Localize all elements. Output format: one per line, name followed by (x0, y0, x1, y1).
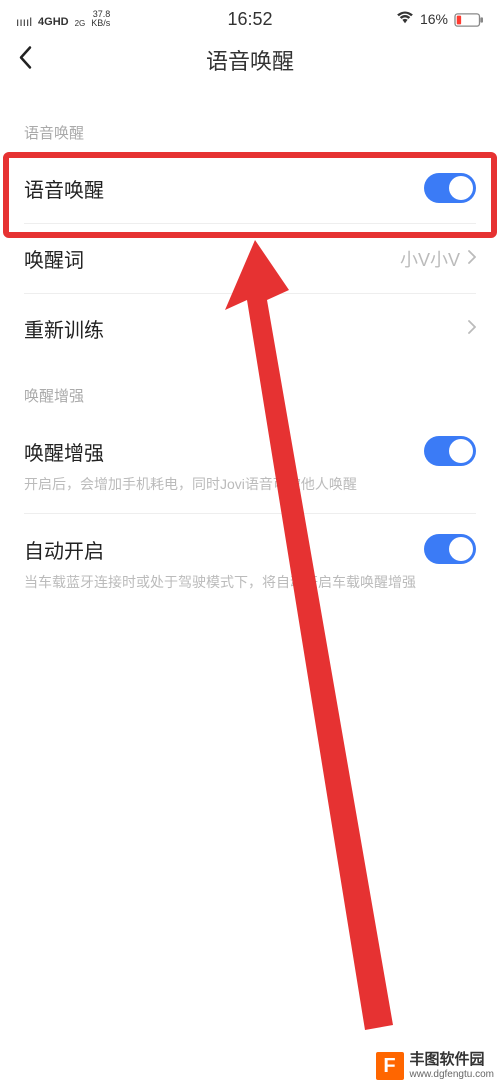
title-bar: 语音唤醒 (0, 32, 500, 88)
row-voice-wake[interactable]: 语音唤醒 (0, 153, 500, 223)
row-retrain[interactable]: 重新训练 (0, 294, 500, 363)
status-bar: ııııl 4GHD 2G 37.8 KB/s 16:52 16% (0, 0, 500, 32)
enhance-toggle[interactable] (424, 436, 476, 466)
enhance-desc: 开启后，会增加手机耗电，同时Jovi语音可被他人唤醒 (0, 474, 500, 513)
voice-wake-toggle[interactable] (424, 173, 476, 203)
enhance-label: 唤醒增强 (24, 437, 104, 466)
wifi-icon (396, 11, 414, 28)
battery-icon (454, 11, 484, 27)
auto-on-desc: 当车载蓝牙连接时或处于驾驶模式下，将自动开启车载唤醒增强 (0, 572, 500, 611)
wake-word-label: 唤醒词 (24, 244, 84, 273)
row-wake-word[interactable]: 唤醒词 小V小V (0, 224, 500, 293)
network-secondary: 2G (75, 20, 86, 28)
section-header-enhance: 唤醒增强 (0, 363, 500, 416)
signal-icon: ııııl (16, 16, 32, 28)
status-left: ııııl 4GHD 2G 37.8 KB/s (16, 10, 110, 28)
network-speed: 37.8 KB/s (91, 10, 110, 28)
content: 语音唤醒 语音唤醒 唤醒词 小V小V 重新训练 唤醒增强 唤醒增强 开启后，会增… (0, 88, 500, 611)
battery-percent: 16% (420, 11, 448, 27)
auto-on-toggle[interactable] (424, 534, 476, 564)
status-right: 16% (396, 11, 484, 28)
voice-wake-label: 语音唤醒 (24, 174, 104, 203)
wake-word-value: 小V小V (400, 246, 476, 272)
retrain-label: 重新训练 (24, 314, 104, 343)
chevron-right-icon (468, 318, 476, 339)
section-header-voice-wake: 语音唤醒 (0, 100, 500, 153)
watermark-logo: F (376, 1052, 404, 1080)
status-time: 16:52 (227, 9, 272, 30)
network-primary: 4GHD (38, 17, 69, 28)
back-button[interactable] (18, 46, 32, 75)
watermark: F 丰图软件园 www.dgfengtu.com (370, 1048, 500, 1084)
chevron-right-icon (468, 248, 476, 269)
auto-on-label: 自动开启 (24, 535, 104, 564)
watermark-text: 丰图软件园 www.dgfengtu.com (410, 1052, 495, 1080)
page-title: 语音唤醒 (206, 44, 294, 76)
